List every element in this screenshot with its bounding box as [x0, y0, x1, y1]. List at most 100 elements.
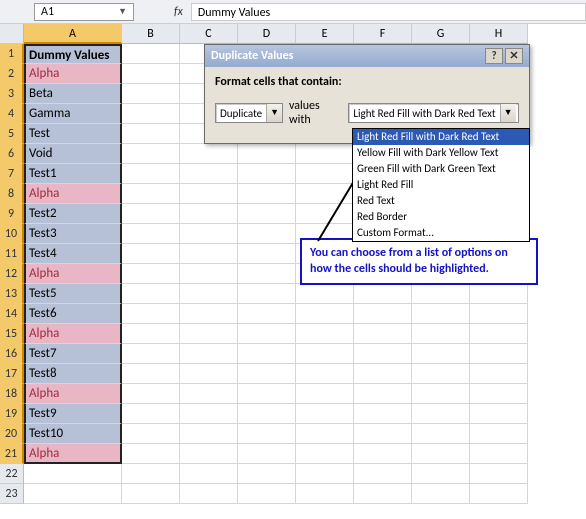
row-header[interactable]: 12	[0, 264, 24, 284]
cell[interactable]	[296, 404, 354, 424]
cell[interactable]	[238, 384, 296, 404]
cell[interactable]: Alpha	[24, 384, 122, 404]
row-header[interactable]: 23	[0, 484, 24, 504]
close-button[interactable]: ✕	[505, 48, 523, 64]
cell[interactable]	[238, 244, 296, 264]
cell[interactable]	[296, 304, 354, 324]
row-header[interactable]: 2	[0, 64, 24, 84]
cell[interactable]	[296, 184, 354, 204]
cell[interactable]	[122, 364, 180, 384]
cell[interactable]	[122, 244, 180, 264]
cell[interactable]: Gamma	[24, 104, 122, 124]
dropdown-option[interactable]: Red Border	[353, 209, 529, 225]
cell[interactable]	[122, 324, 180, 344]
cell[interactable]	[24, 464, 122, 484]
cell[interactable]: Test	[24, 124, 122, 144]
cell[interactable]	[122, 124, 180, 144]
cell[interactable]: Test6	[24, 304, 122, 324]
cell[interactable]	[238, 444, 296, 464]
row-header[interactable]: 15	[0, 324, 24, 344]
cell[interactable]	[238, 144, 296, 164]
cell[interactable]	[180, 404, 238, 424]
cell[interactable]	[122, 424, 180, 444]
cell[interactable]	[470, 344, 528, 364]
cell[interactable]	[122, 64, 180, 84]
cell[interactable]	[354, 284, 412, 304]
cell[interactable]	[412, 484, 470, 504]
cell[interactable]	[180, 224, 238, 244]
dropdown-option[interactable]: Red Text	[353, 193, 529, 209]
cell[interactable]	[180, 384, 238, 404]
cell[interactable]	[354, 344, 412, 364]
cell[interactable]: Alpha	[24, 184, 122, 204]
cell[interactable]	[296, 204, 354, 224]
row-header[interactable]: 1	[0, 44, 24, 64]
cell[interactable]	[180, 444, 238, 464]
cell[interactable]	[122, 184, 180, 204]
cell[interactable]	[180, 244, 238, 264]
cell[interactable]	[238, 204, 296, 224]
cell[interactable]	[180, 284, 238, 304]
cell[interactable]	[470, 304, 528, 324]
cell[interactable]	[354, 324, 412, 344]
cell[interactable]	[238, 344, 296, 364]
row-header[interactable]: 5	[0, 124, 24, 144]
cell[interactable]	[122, 304, 180, 324]
fx-icon[interactable]: fx	[174, 5, 183, 19]
cell[interactable]	[180, 264, 238, 284]
cell[interactable]	[122, 84, 180, 104]
cell[interactable]	[296, 324, 354, 344]
cell[interactable]	[296, 164, 354, 184]
cell[interactable]: Test8	[24, 364, 122, 384]
format-select[interactable]: Light Red Fill with Dark Red Text ▼	[348, 103, 519, 123]
row-header[interactable]: 14	[0, 304, 24, 324]
cell[interactable]	[354, 404, 412, 424]
cell[interactable]	[354, 484, 412, 504]
cell[interactable]	[180, 184, 238, 204]
condition-select[interactable]: Duplicate ▼	[215, 103, 283, 123]
cell[interactable]	[238, 304, 296, 324]
cell[interactable]	[122, 104, 180, 124]
cell[interactable]	[180, 464, 238, 484]
cell[interactable]	[296, 484, 354, 504]
cell[interactable]: Alpha	[24, 324, 122, 344]
cell[interactable]: Beta	[24, 84, 122, 104]
cell[interactable]	[354, 384, 412, 404]
row-header[interactable]: 18	[0, 384, 24, 404]
cell[interactable]	[470, 464, 528, 484]
cell[interactable]	[122, 204, 180, 224]
cell[interactable]	[238, 324, 296, 344]
cell[interactable]	[238, 184, 296, 204]
row-header[interactable]: 9	[0, 204, 24, 224]
cell[interactable]	[470, 284, 528, 304]
help-button[interactable]: ?	[485, 48, 503, 64]
cell[interactable]	[296, 444, 354, 464]
dropdown-option[interactable]: Light Red Fill	[353, 177, 529, 193]
column-header-D[interactable]: D	[238, 24, 296, 44]
cell[interactable]	[296, 384, 354, 404]
column-header-A[interactable]: A	[24, 24, 122, 44]
cell[interactable]	[24, 484, 122, 504]
cell[interactable]	[238, 404, 296, 424]
cell[interactable]: Test10	[24, 424, 122, 444]
cell[interactable]	[180, 304, 238, 324]
dialog-titlebar[interactable]: Duplicate Values ? ✕	[205, 45, 529, 67]
cell[interactable]: Alpha	[24, 64, 122, 84]
cell[interactable]	[122, 344, 180, 364]
cell[interactable]	[122, 444, 180, 464]
row-header[interactable]: 11	[0, 244, 24, 264]
chevron-down-icon[interactable]: ▼	[118, 6, 127, 17]
cell[interactable]: Test1	[24, 164, 122, 184]
cell[interactable]: Dummy Values	[24, 44, 122, 64]
row-header[interactable]: 22	[0, 464, 24, 484]
cell[interactable]	[354, 424, 412, 444]
cell[interactable]	[470, 444, 528, 464]
dropdown-option[interactable]: Green Fill with Dark Green Text	[353, 161, 529, 177]
row-header[interactable]: 4	[0, 104, 24, 124]
cell[interactable]	[296, 144, 354, 164]
cell[interactable]	[354, 444, 412, 464]
row-header[interactable]: 8	[0, 184, 24, 204]
cell[interactable]	[238, 224, 296, 244]
cell[interactable]: Test9	[24, 404, 122, 424]
cell[interactable]	[354, 364, 412, 384]
